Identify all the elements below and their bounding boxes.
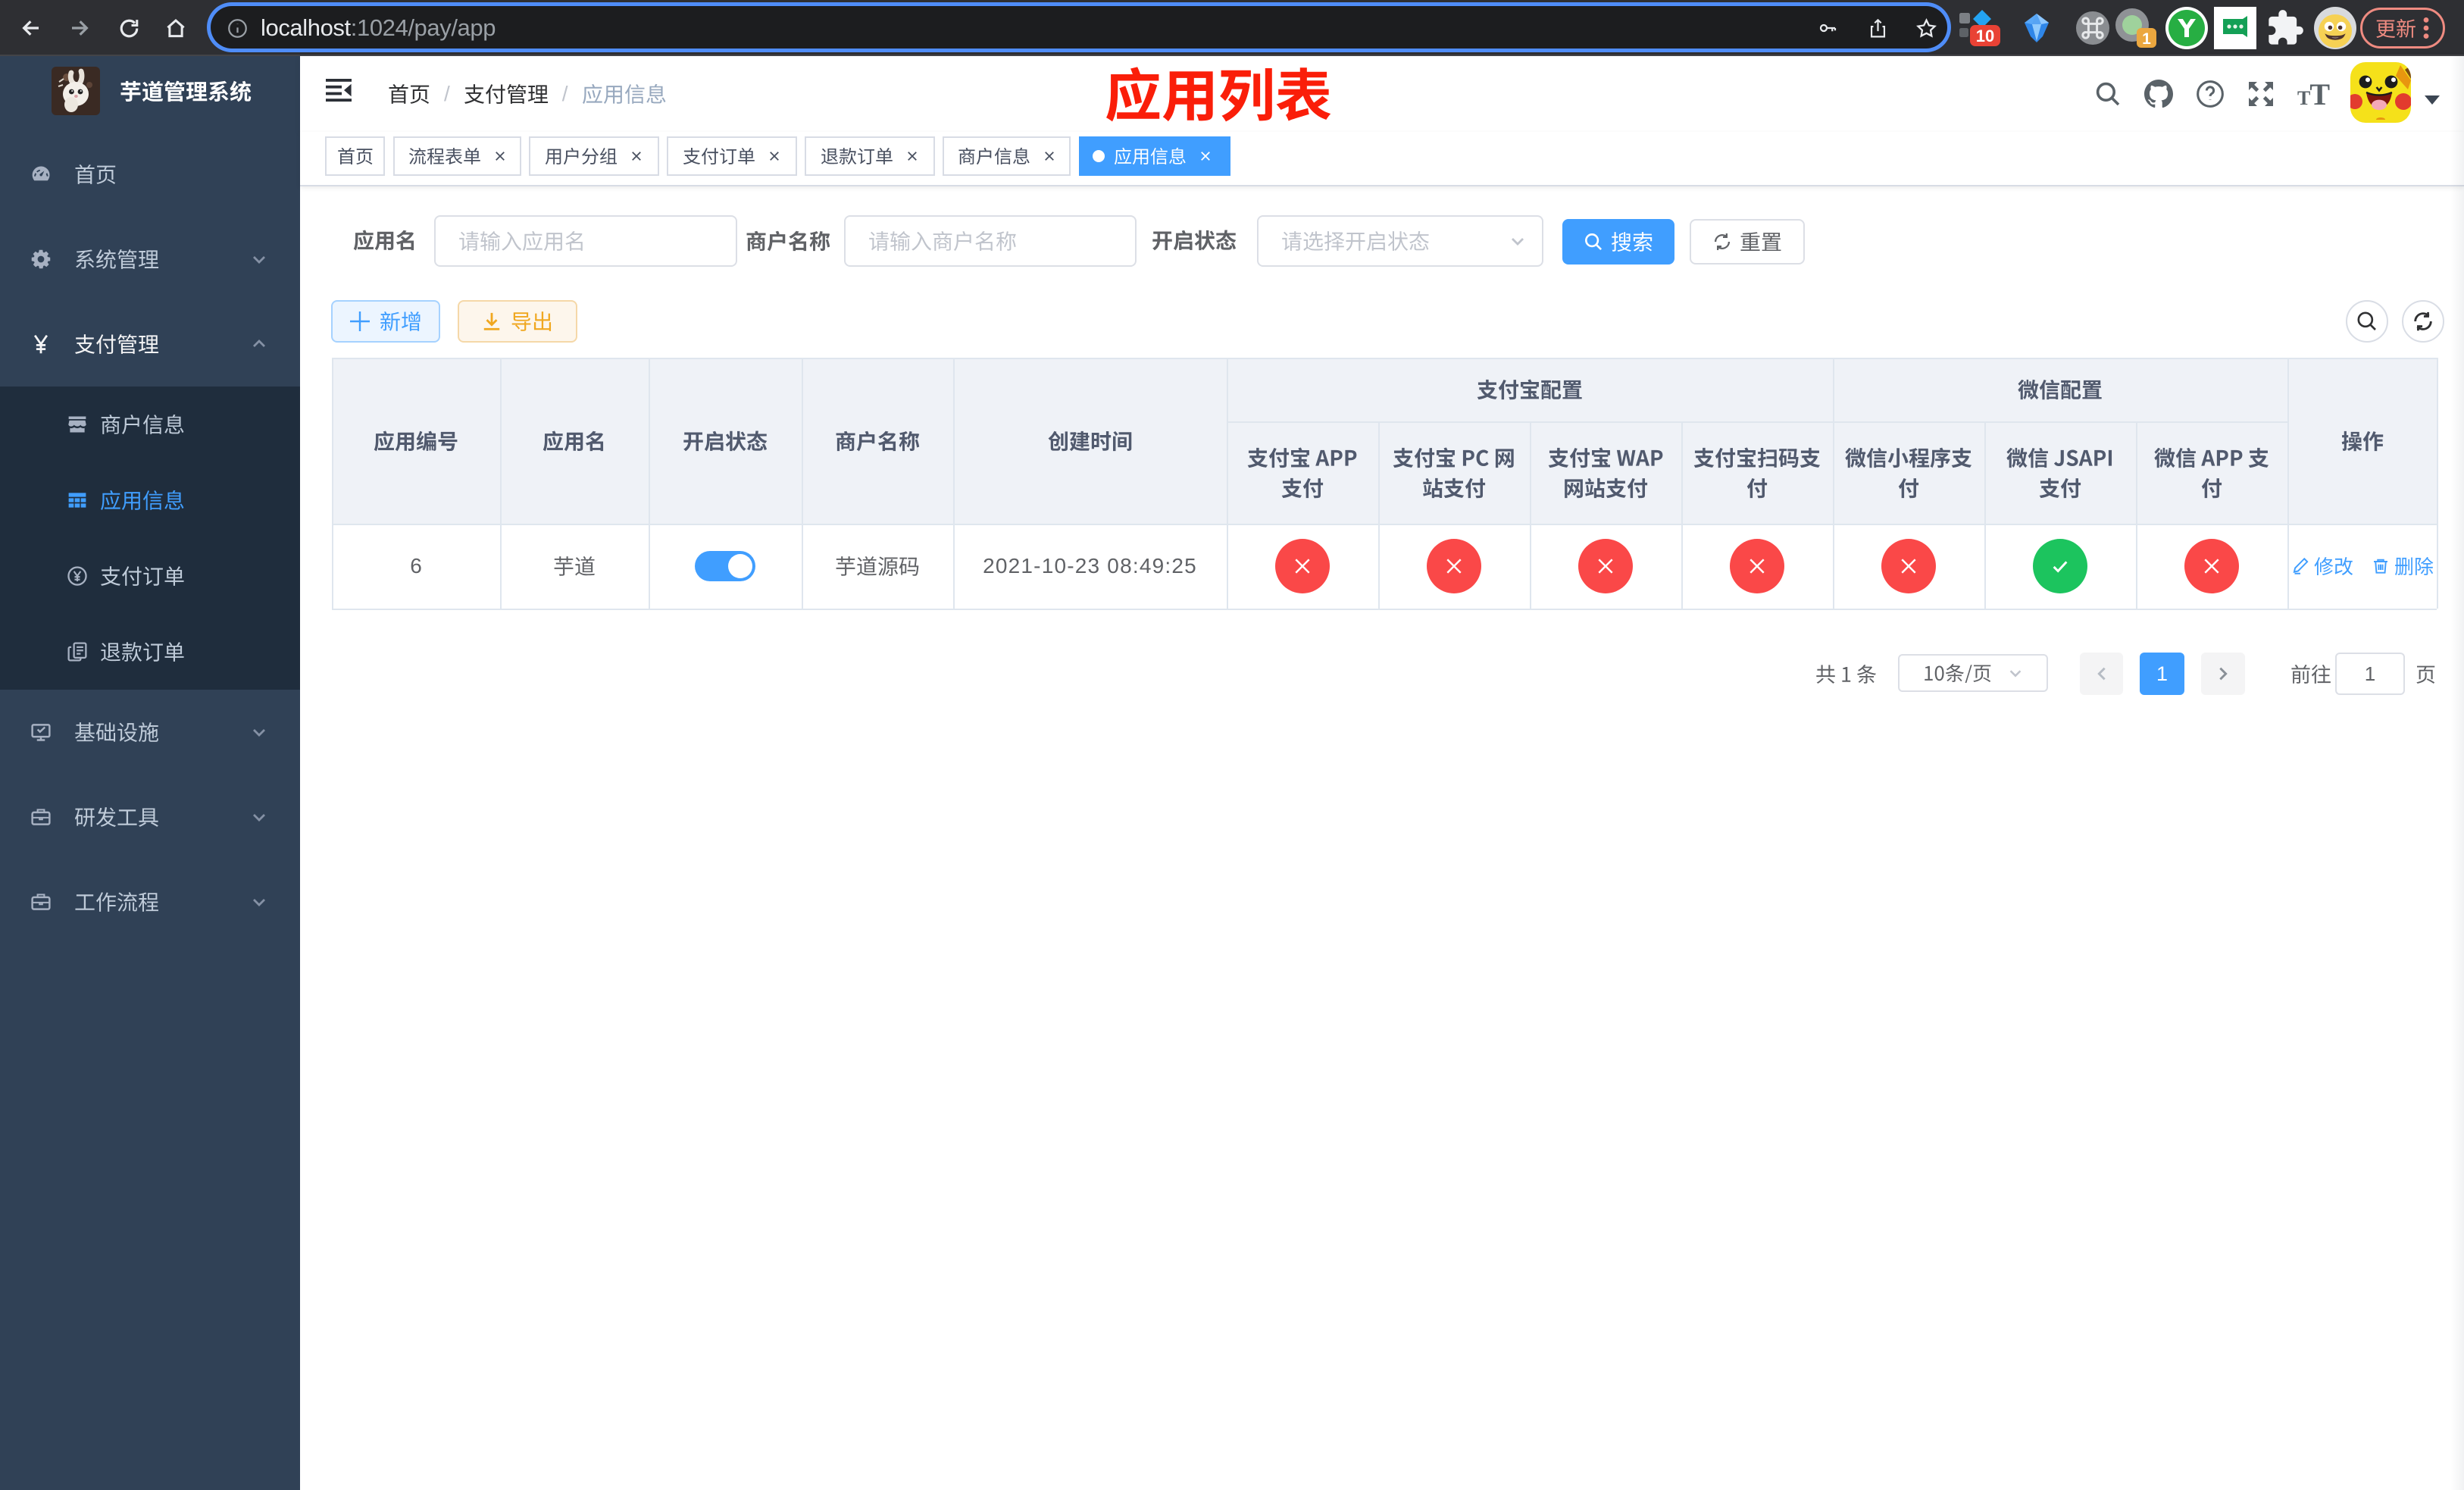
svg-text:10: 10	[1976, 27, 1994, 45]
svg-text:1: 1	[2142, 30, 2151, 48]
